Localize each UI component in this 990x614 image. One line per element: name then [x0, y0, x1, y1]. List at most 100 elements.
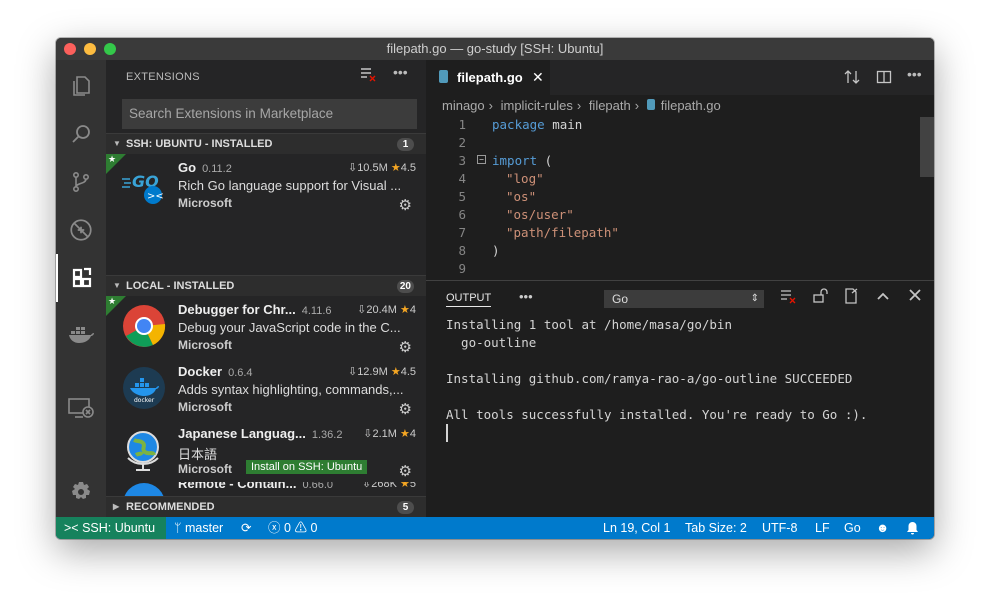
- extensions-sidebar: EXTENSIONS ••• Search Extensions in Mark…: [106, 60, 426, 517]
- docker-logo-icon: docker: [122, 366, 166, 410]
- extension-publisher: Microsoft: [178, 400, 232, 414]
- debug-icon[interactable]: [56, 206, 106, 254]
- tab-output[interactable]: OUTPUT: [446, 292, 492, 307]
- section-ssh-installed[interactable]: ▼ SSH: UBUNTU - INSTALLED 1: [106, 133, 426, 154]
- extension-description: Debug your JavaScript code in the C...: [178, 320, 401, 335]
- extension-item-japanese-language[interactable]: Japanese Languag... 1.36.2 ⇩2.1M ★4 日本語 M…: [106, 420, 426, 482]
- close-panel-icon[interactable]: [908, 288, 922, 305]
- more-actions-icon[interactable]: •••: [393, 64, 408, 80]
- extension-item-go[interactable]: ★ GO >< Go 0.11.2 ⇩10.5M ★4.5 Rich Go lang…: [106, 154, 426, 216]
- panel-more-icon[interactable]: •••: [519, 289, 533, 304]
- extension-rating: 4: [409, 304, 416, 316]
- extension-item-remote-containers[interactable]: Remote - Contain... 0.66.0 ⇩268K ★5: [106, 482, 426, 496]
- extension-gear-icon[interactable]: ⚙: [399, 462, 412, 480]
- docker-icon[interactable]: [56, 310, 106, 358]
- extension-downloads: 268K: [371, 482, 397, 490]
- git-branch-icon: ᛘ: [174, 521, 182, 535]
- extension-gear-icon[interactable]: ⚙: [399, 400, 412, 418]
- eol-indicator[interactable]: LF: [815, 517, 830, 539]
- close-window-button[interactable]: [64, 43, 76, 55]
- extension-publisher: Microsoft: [178, 196, 232, 210]
- open-log-icon[interactable]: [843, 288, 859, 307]
- output-line: Installing github.com/ramya-rao-a/go-out…: [446, 371, 853, 386]
- breadcrumb: minago › implicit-rules › filepath › filepa…: [442, 98, 725, 113]
- branch-indicator[interactable]: ᛘ master: [174, 517, 223, 539]
- install-on-ssh-button[interactable]: Install on SSH: Ubuntu: [246, 460, 368, 474]
- zoom-window-button[interactable]: [104, 43, 116, 55]
- line-number: 7: [458, 225, 466, 240]
- close-tab-icon[interactable]: ✕: [532, 60, 544, 95]
- section-count-badge: 1: [397, 138, 414, 151]
- chevron-down-icon: ▼: [113, 139, 121, 148]
- globe-icon: [122, 428, 166, 472]
- go-logo-icon: GO ><: [122, 162, 166, 206]
- output-line: Installing 1 tool at /home/masa/go/bin: [446, 317, 732, 332]
- extensions-icon[interactable]: [56, 254, 106, 302]
- title-bar: filepath.go — go-study [SSH: Ubuntu]: [56, 38, 934, 60]
- manage-gear-icon[interactable]: [56, 468, 106, 516]
- output-channel-select[interactable]: Go ⇕: [604, 290, 764, 308]
- line-number: 8: [458, 243, 466, 258]
- rating-star-icon: ★: [390, 162, 401, 174]
- section-local-installed[interactable]: ▼ LOCAL - INSTALLED 20: [106, 275, 426, 296]
- code-line: "log": [506, 171, 544, 186]
- chevron-right-icon: ›: [488, 98, 493, 113]
- window-title: filepath.go — go-study [SSH: Ubuntu]: [386, 41, 604, 56]
- tab-filepath-go[interactable]: filepath.go ✕: [426, 60, 550, 95]
- vscode-window: filepath.go — go-study [SSH: Ubuntu] EXT: [56, 38, 934, 539]
- extension-item-docker[interactable]: docker Docker 0.6.4 ⇩12.9M ★4.5 Adds synt…: [106, 358, 426, 420]
- clear-output-icon[interactable]: [780, 288, 796, 307]
- compare-changes-icon[interactable]: [844, 69, 860, 88]
- split-editor-icon[interactable]: [876, 69, 892, 88]
- editor-scrollbar[interactable]: [920, 117, 934, 177]
- minimize-window-button[interactable]: [84, 43, 96, 55]
- feedback-smiley-icon[interactable]: ☻: [876, 517, 889, 539]
- cursor-position[interactable]: Ln 19, Col 1: [603, 517, 670, 539]
- extension-item-chrome-debugger[interactable]: ★ Debugger for Chr... 4.11.6 ⇩20.4M ★4 De…: [106, 296, 426, 358]
- output-line: All tools successfully installed. You're…: [446, 407, 868, 422]
- lock-scroll-icon[interactable]: [812, 288, 828, 307]
- warning-icon: ⚠: [294, 521, 307, 535]
- editor-more-actions-icon[interactable]: •••: [907, 66, 922, 82]
- sidebar-title: EXTENSIONS: [126, 71, 200, 83]
- extension-publisher: Microsoft: [178, 338, 232, 352]
- problems-indicator[interactable]: ⓧ 0 ⚠ 0: [268, 517, 317, 539]
- editor-tabs: filepath.go ✕ •••: [426, 60, 934, 95]
- extension-version: 0.11.2: [202, 163, 232, 175]
- section-recommended[interactable]: ▶ RECOMMENDED 5: [106, 496, 426, 517]
- remote-explorer-icon[interactable]: [56, 384, 106, 432]
- notifications-bell-icon[interactable]: [906, 517, 919, 539]
- source-control-icon[interactable]: [56, 158, 106, 206]
- tab-size-indicator[interactable]: Tab Size: 2: [685, 517, 747, 539]
- line-number: 1: [458, 117, 466, 132]
- chevron-right-icon: ▶: [113, 502, 120, 511]
- extension-version: 4.11.6: [301, 305, 332, 317]
- extension-description: Rich Go language support for Visual ...: [178, 178, 402, 193]
- encoding-indicator[interactable]: UTF-8: [762, 517, 797, 539]
- extension-downloads: 12.9M: [357, 366, 388, 378]
- extension-name: Go: [178, 160, 197, 175]
- explorer-icon[interactable]: [56, 62, 106, 110]
- chrome-logo-icon: [122, 304, 166, 348]
- extension-name: Debugger for Chr...: [178, 302, 296, 317]
- line-number: 9: [458, 261, 466, 276]
- search-icon[interactable]: [56, 110, 106, 158]
- breadcrumb-item[interactable]: filepath: [589, 98, 631, 113]
- activity-bar: [56, 60, 106, 517]
- sync-icon[interactable]: ⟳: [241, 517, 251, 539]
- code-line: "os": [506, 189, 537, 204]
- breadcrumb-item[interactable]: filepath.go: [661, 98, 721, 113]
- clear-extensions-icon[interactable]: [360, 66, 376, 85]
- fold-icon[interactable]: −: [477, 155, 486, 164]
- go-file-icon: [646, 99, 655, 110]
- extension-gear-icon[interactable]: ⚙: [399, 196, 412, 214]
- breadcrumb-item[interactable]: minago: [442, 98, 485, 113]
- extension-rating: 4.5: [400, 162, 416, 174]
- maximize-panel-icon[interactable]: [875, 288, 891, 307]
- breadcrumb-item[interactable]: implicit-rules: [501, 98, 573, 113]
- remote-indicator[interactable]: >< SSH: Ubuntu: [56, 517, 166, 539]
- line-number: 5: [458, 189, 466, 204]
- extensions-search-input[interactable]: Search Extensions in Marketplace: [122, 99, 417, 129]
- language-indicator[interactable]: Go: [844, 517, 861, 539]
- extension-gear-icon[interactable]: ⚙: [399, 338, 412, 356]
